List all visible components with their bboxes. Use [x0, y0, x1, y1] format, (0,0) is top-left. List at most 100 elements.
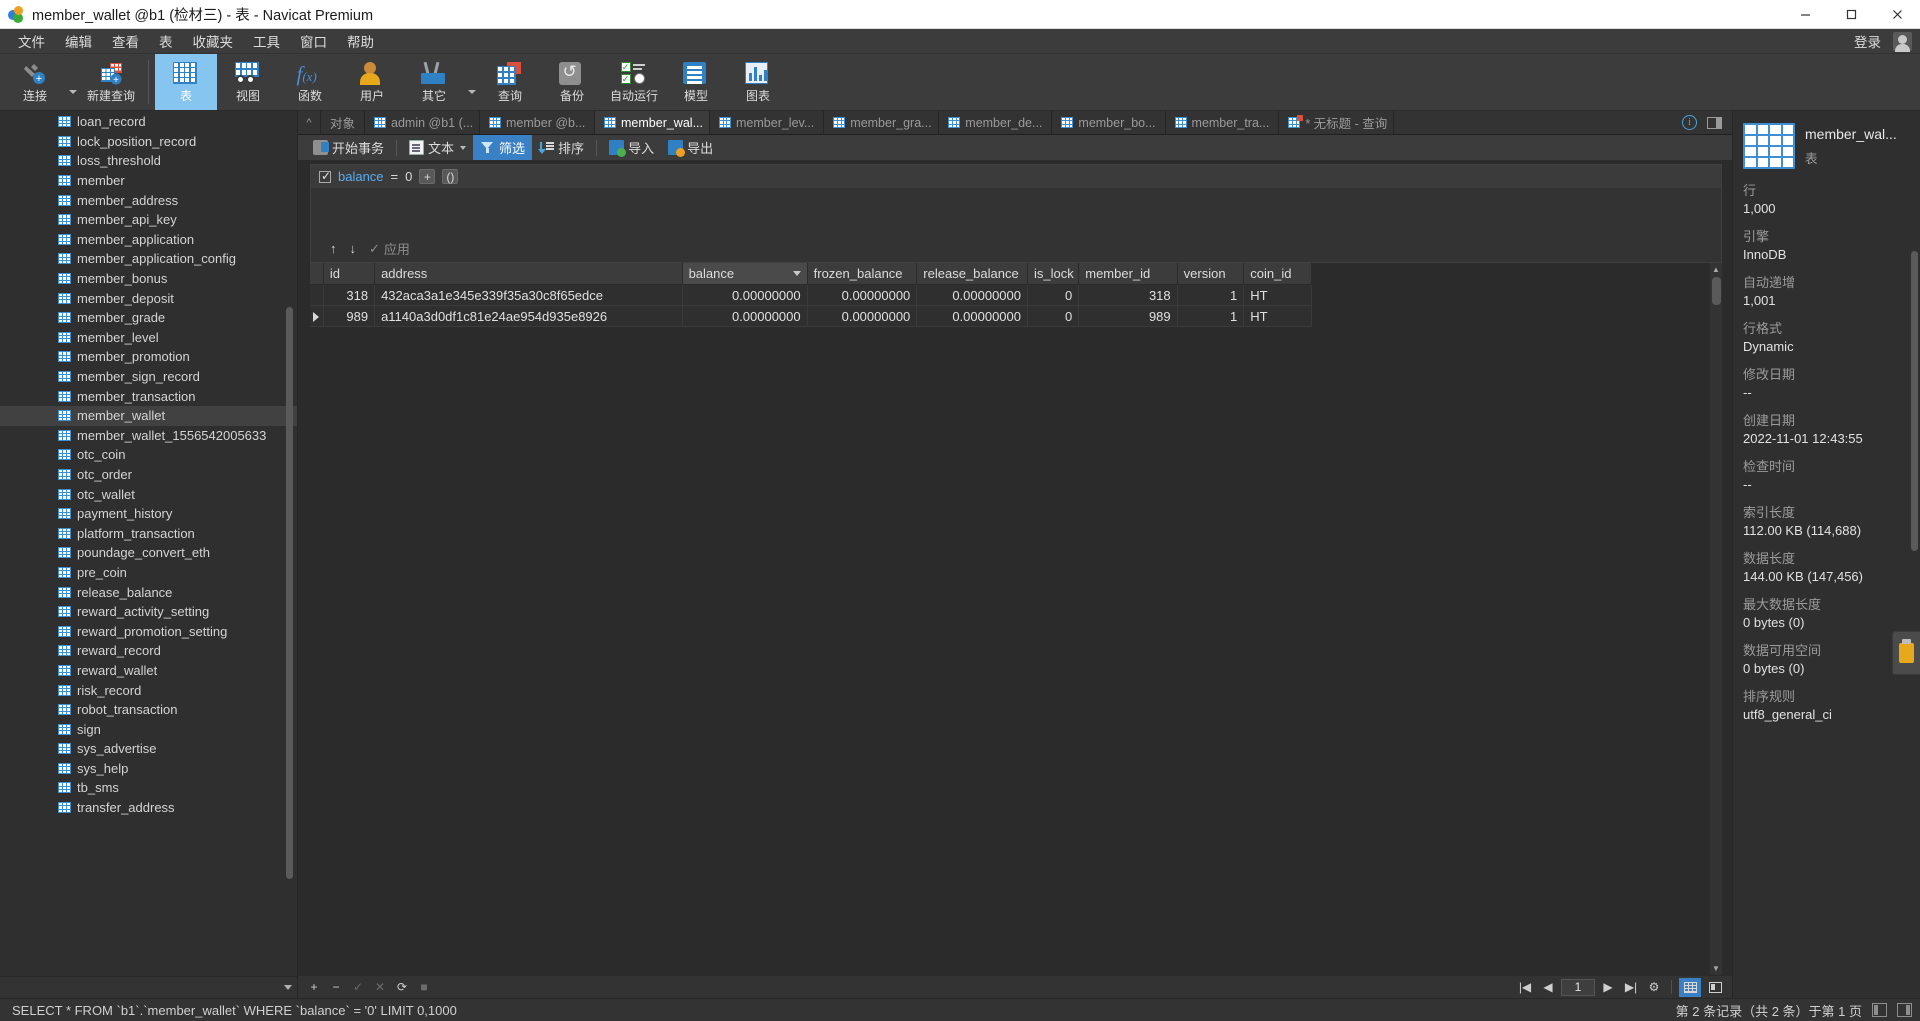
sidebar-item-member_promotion[interactable]: member_promotion — [0, 347, 297, 367]
cell-address[interactable]: 432aca3a1e345e339f35a30c8f65edce — [374, 284, 683, 306]
confirm-edit-button[interactable]: ✓ — [348, 978, 368, 997]
column-header-is_lock[interactable]: is_lock — [1027, 263, 1080, 285]
cell-release_balance[interactable]: 0.00000000 — [916, 284, 1028, 306]
text-caret-icon[interactable] — [460, 145, 467, 150]
cell-release_balance[interactable]: 0.00000000 — [916, 305, 1028, 327]
connection-dropdown-caret-icon[interactable] — [66, 54, 80, 110]
menu-favorites[interactable]: 收藏夹 — [183, 28, 244, 54]
filter-value[interactable]: 0 — [405, 169, 412, 184]
sidebar-item-member_sign_record[interactable]: member_sign_record — [0, 367, 297, 387]
ribbon-table[interactable]: 表 — [155, 54, 217, 110]
column-header-release_balance[interactable]: release_balance — [916, 263, 1028, 285]
sidebar-item-reward_record[interactable]: reward_record — [0, 641, 297, 661]
sidebar-item-pre_coin[interactable]: pre_coin — [0, 563, 297, 583]
sidebar-item-member_transaction[interactable]: member_transaction — [0, 386, 297, 406]
page-number-input[interactable]: 1 — [1561, 978, 1595, 996]
sidebar-item-member_bonus[interactable]: member_bonus — [0, 269, 297, 289]
text-button[interactable]: 文本 — [402, 135, 473, 160]
tab-7[interactable]: member_bo... — [1052, 111, 1166, 134]
cell-member_id[interactable]: 318 — [1078, 284, 1178, 306]
sidebar-item-tb_sms[interactable]: tb_sms — [0, 778, 297, 798]
sidebar-item-member_wallet_1556542005633[interactable]: member_wallet_1556542005633 — [0, 426, 297, 446]
status-layout-left-icon[interactable] — [1872, 1003, 1887, 1017]
toggle-panel-icon[interactable] — [1707, 116, 1722, 129]
stop-button[interactable]: ■ — [414, 978, 434, 997]
ribbon-automation[interactable]: ✓ ✓ 自动运行 — [603, 54, 665, 110]
menu-view[interactable]: 查看 — [102, 28, 149, 54]
sidebar-item-platform_transaction[interactable]: platform_transaction — [0, 523, 297, 543]
row-indicator[interactable] — [310, 305, 324, 327]
tab-scroll-up-icon[interactable]: ^ — [298, 111, 320, 134]
avatar[interactable] — [1893, 31, 1912, 52]
add-record-button[interactable]: + — [304, 978, 324, 997]
grid-scroll-up-icon[interactable]: ▲ — [1710, 263, 1723, 276]
cell-balance[interactable]: 0.00000000 — [682, 305, 808, 327]
ribbon-backup[interactable]: 备份 — [541, 54, 603, 110]
filter-add-condition-button[interactable]: + — [419, 169, 436, 184]
sidebar-item-member_application_config[interactable]: member_application_config — [0, 249, 297, 269]
prev-page-button[interactable]: ◀ — [1538, 978, 1558, 997]
sort-button[interactable]: 排序 — [532, 135, 591, 160]
table-row[interactable]: 989 a1140a3d0df1c81e24ae954d935e8926 0.000… — [310, 305, 1312, 327]
row-indicator[interactable] — [310, 284, 324, 306]
column-header-version[interactable]: version — [1177, 263, 1245, 285]
info-icon[interactable]: i — [1682, 115, 1697, 130]
sidebar-item-payment_history[interactable]: payment_history — [0, 504, 297, 524]
refresh-button[interactable]: ⟳ — [392, 978, 412, 997]
sidebar-item-sys_help[interactable]: sys_help — [0, 759, 297, 779]
filter-move-down-icon[interactable]: ↓ — [350, 241, 357, 256]
filter-operator[interactable]: = — [391, 169, 399, 184]
tab-8[interactable]: member_tra... — [1166, 111, 1280, 134]
column-header-coin_id[interactable]: coin_id — [1243, 263, 1312, 285]
sidebar-item-reward_activity_setting[interactable]: reward_activity_setting — [0, 602, 297, 622]
grid-view-toggle[interactable] — [1679, 977, 1701, 997]
ribbon-chart[interactable]: 图表 — [727, 54, 789, 110]
sidebar-scrollbar-thumb[interactable] — [286, 307, 293, 879]
cell-version[interactable]: 1 — [1177, 305, 1245, 327]
login-link[interactable]: 登录 — [1846, 28, 1889, 54]
sidebar-expand-caret-icon[interactable] — [284, 985, 292, 990]
ribbon-new-query[interactable]: + 新建查询 — [80, 54, 142, 110]
last-page-button[interactable]: ▶| — [1621, 978, 1641, 997]
cell-balance[interactable]: 0.00000000 — [682, 284, 808, 306]
cell-frozen_balance[interactable]: 0.00000000 — [807, 305, 918, 327]
cell-id[interactable]: 318 — [323, 284, 376, 306]
sidebar-item-risk_record[interactable]: risk_record — [0, 680, 297, 700]
cell-address[interactable]: a1140a3d0df1c81e24ae954d935e8926 — [374, 305, 683, 327]
begin-transaction-button[interactable]: 开始事务 — [306, 135, 391, 160]
next-page-button[interactable]: ▶ — [1598, 978, 1618, 997]
grid-scroll-thumb[interactable] — [1711, 277, 1721, 305]
sidebar-item-otc_wallet[interactable]: otc_wallet — [0, 484, 297, 504]
usb-device-tab[interactable] — [1892, 631, 1920, 675]
tab-6[interactable]: member_de... — [939, 111, 1053, 134]
sidebar-item-member[interactable]: member — [0, 171, 297, 191]
grid-scroll-down-icon[interactable]: ▼ — [1710, 962, 1723, 975]
sidebar-item-otc_order[interactable]: otc_order — [0, 465, 297, 485]
delete-record-button[interactable]: − — [326, 978, 346, 997]
cancel-edit-button[interactable]: ✕ — [370, 978, 390, 997]
cell-version[interactable]: 1 — [1177, 284, 1245, 306]
filter-add-group-button[interactable]: () — [442, 169, 459, 184]
sidebar-item-member_application[interactable]: member_application — [0, 230, 297, 250]
cell-coin_id[interactable]: HT — [1243, 284, 1312, 306]
cell-is_lock[interactable]: 0 — [1027, 284, 1080, 306]
sidebar-item-member_api_key[interactable]: member_api_key — [0, 210, 297, 230]
tab-4[interactable]: member_lev... — [710, 111, 825, 134]
first-page-button[interactable]: |◀ — [1515, 978, 1535, 997]
column-header-frozen_balance[interactable]: frozen_balance — [807, 263, 918, 285]
ribbon-view[interactable]: 视图 — [217, 54, 279, 110]
tab-2[interactable]: member @b... — [480, 111, 596, 134]
sidebar-item-member_wallet[interactable]: member_wallet — [0, 405, 297, 426]
menu-edit[interactable]: 编辑 — [55, 28, 102, 54]
filter-apply-button[interactable]: ✓ 应用 — [369, 239, 410, 258]
cell-coin_id[interactable]: HT — [1243, 305, 1312, 327]
cell-is_lock[interactable]: 0 — [1027, 305, 1080, 327]
data-grid[interactable]: id address balance frozen_balance release_ba… — [310, 263, 1312, 327]
column-header-address[interactable]: address — [374, 263, 683, 285]
sidebar-item-sys_advertise[interactable]: sys_advertise — [0, 739, 297, 759]
ribbon-function[interactable]: f(x) 函数 — [279, 54, 341, 110]
maximize-button[interactable] — [1828, 0, 1874, 29]
other-dropdown-caret-icon[interactable] — [465, 54, 479, 110]
filter-condition-row[interactable]: balance = 0 + () — [311, 165, 1721, 188]
sidebar-item-poundage_convert_eth[interactable]: poundage_convert_eth — [0, 543, 297, 563]
